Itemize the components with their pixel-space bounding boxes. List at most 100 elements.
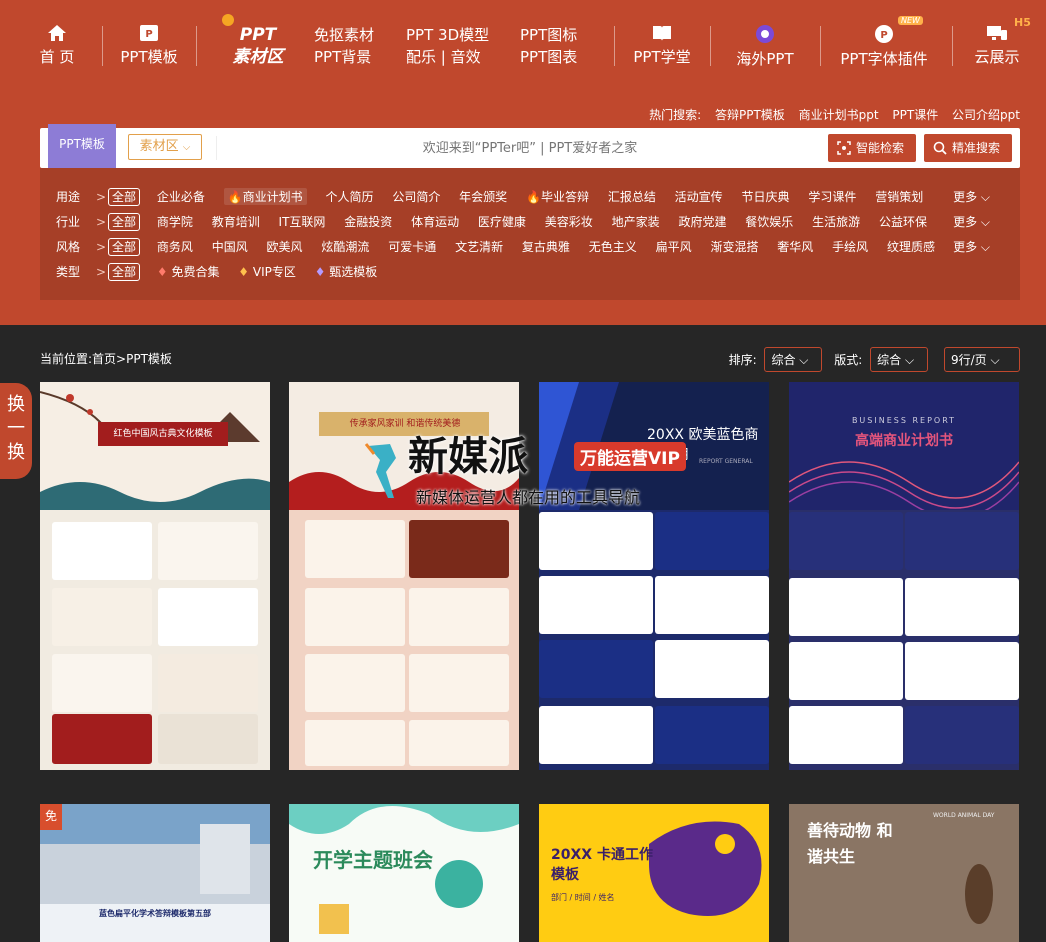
filter-tag[interactable]: 活动宣传	[675, 188, 723, 205]
search-tab-ppt-template[interactable]: PPT模板	[48, 124, 116, 168]
filter-tag[interactable]: 商务风	[157, 238, 193, 255]
filter-tag[interactable]: 🔥毕业答辩	[526, 188, 589, 205]
filter-row-label: 类型	[56, 265, 81, 279]
globe-icon	[756, 25, 774, 43]
nav-cutout-material[interactable]: 免抠素材	[314, 24, 374, 46]
nav-col-1: 免抠素材 PPT背景	[314, 24, 374, 68]
nav-home[interactable]: 首 页	[36, 0, 78, 90]
filter-tag[interactable]: 体育运动	[411, 213, 459, 230]
filter-tag[interactable]: 炫酷潮流	[321, 238, 369, 255]
swap-char: 换	[7, 442, 25, 463]
smart-search-button[interactable]: 智能检索	[828, 134, 916, 162]
filter-tag[interactable]: 地产家装	[612, 213, 660, 230]
template-card[interactable]: BUSINESS REPORT 高端商业计划书	[789, 382, 1019, 770]
filter-tag[interactable]: 🔥商业计划书	[223, 188, 307, 205]
hot-search-item[interactable]: 商业计划书ppt	[799, 108, 879, 122]
template-card[interactable]: 善待动物 和谐共生 WORLD ANIMAL DAY	[789, 804, 1019, 942]
filter-tag[interactable]: 可爱卡通	[388, 238, 436, 255]
filter-tag[interactable]: 金融投资	[344, 213, 392, 230]
filter-tag[interactable]: 手绘风	[832, 238, 868, 255]
filter-row-label: 用途	[56, 190, 81, 204]
filter-tag-select[interactable]: ♦ 甄选模板	[315, 263, 378, 280]
search-icon	[933, 141, 947, 155]
filter-tag[interactable]: 奢华风	[777, 238, 813, 255]
filter-panel: 用途 > 全部 企业必备 🔥商业计划书 个人简历 公司简介 年会颁奖 🔥毕业答辩 汇…	[40, 168, 1020, 300]
filter-tag[interactable]: 公司简介	[392, 188, 440, 205]
filter-tag[interactable]: 医疗健康	[478, 213, 526, 230]
filter-tag[interactable]: 扁平风	[656, 238, 692, 255]
hot-search-item[interactable]: 公司介绍ppt	[952, 108, 1020, 122]
filter-tag-free[interactable]: ♦ 免费合集	[157, 263, 220, 280]
template-card[interactable]: 开学主题班会	[289, 804, 519, 942]
per-page-select[interactable]: 9行/页 ⌵	[944, 347, 1020, 372]
search-scope-dropdown[interactable]: 素材区 ⌵	[128, 134, 202, 160]
hot-search-item[interactable]: PPT课件	[892, 108, 938, 122]
monitor-icon	[987, 26, 1007, 40]
exact-search-button[interactable]: 精准搜索	[924, 134, 1012, 162]
template-card[interactable]: 免 蓝色扁平化学术答辩模板第五部	[40, 804, 270, 942]
nav-ppt-icons[interactable]: PPT图标	[520, 24, 577, 46]
nav-font-plugin[interactable]: P PPT字体插件 NEW	[838, 0, 930, 90]
filter-tag[interactable]: 营销策划	[875, 188, 923, 205]
filter-all[interactable]: 全部	[108, 238, 141, 256]
slide-thumb	[52, 714, 152, 764]
filter-tag[interactable]: 个人简历	[325, 188, 373, 205]
sort-select[interactable]: 综合 ⌵	[764, 347, 823, 372]
filter-tag-vip[interactable]: ♦ VIP专区	[238, 263, 296, 280]
search-input[interactable]	[230, 134, 830, 162]
nav-3d-model[interactable]: PPT 3D模型	[406, 24, 489, 46]
filter-tag[interactable]: 渐变混搭	[710, 238, 758, 255]
filter-tag[interactable]: 文艺清新	[455, 238, 503, 255]
filter-more-button[interactable]: 更多 ⌵	[953, 213, 990, 230]
filter-tag[interactable]: 美容彩妆	[545, 213, 593, 230]
nav-ppt-charts[interactable]: PPT图表	[520, 46, 577, 68]
slide-thumb	[158, 588, 258, 646]
filter-tag[interactable]: 公益环保	[879, 213, 927, 230]
hot-search-item[interactable]: 答辩PPT模板	[715, 108, 785, 122]
filter-more-button[interactable]: 更多 ⌵	[953, 188, 990, 205]
nav-ppt-template[interactable]: P PPT模板	[118, 0, 180, 90]
filter-all[interactable]: 全部	[108, 263, 141, 281]
new-badge: NEW	[898, 16, 923, 25]
slide-thumb	[655, 576, 769, 634]
slide-thumb	[158, 522, 258, 580]
filter-tag[interactable]: 生活旅游	[812, 213, 860, 230]
filter-tag[interactable]: 商学院	[157, 213, 193, 230]
swap-char: 一	[7, 418, 25, 439]
template-card[interactable]: 红色中国风古典文化模板	[40, 382, 270, 770]
filter-tag[interactable]: 纹理质感	[887, 238, 935, 255]
filter-tag[interactable]: 年会颁奖	[459, 188, 507, 205]
plum-branch-illustration	[40, 391, 270, 510]
nav-overseas[interactable]: 海外PPT	[734, 0, 796, 90]
filter-tag[interactable]: 无色主义	[589, 238, 637, 255]
nav-ppt-background[interactable]: PPT背景	[314, 46, 374, 68]
filter-row-label: 风格	[56, 240, 81, 254]
slide-thumb	[789, 578, 903, 636]
slide-thumb	[158, 714, 258, 764]
filter-tag[interactable]: 餐饮娱乐	[745, 213, 793, 230]
nav-cloud[interactable]: 云展示 H5	[970, 0, 1030, 90]
watermark-title: 新媒派	[408, 434, 528, 480]
nav-school[interactable]: PPT学堂	[630, 0, 694, 90]
swap-button[interactable]: 换 一 换	[0, 383, 32, 479]
nav-music-sfx[interactable]: 配乐 | 音效	[406, 46, 489, 68]
filter-tag[interactable]: 教育培训	[212, 213, 260, 230]
format-select[interactable]: 综合 ⌵	[870, 347, 929, 372]
filter-tag[interactable]: 政府党建	[678, 213, 726, 230]
filter-tag[interactable]: 中国风	[212, 238, 248, 255]
filter-all[interactable]: 全部	[108, 188, 141, 206]
ppt-icon: P	[140, 25, 158, 41]
filter-tag[interactable]: 学习课件	[808, 188, 856, 205]
filter-all[interactable]: 全部	[108, 213, 141, 231]
slide-thumb	[655, 640, 769, 698]
filter-tag[interactable]: 节日庆典	[742, 188, 790, 205]
template-card[interactable]: 20XX 卡通工作模板 部门 / 时间 / 姓名	[539, 804, 769, 942]
filter-tag[interactable]: 汇报总结	[608, 188, 656, 205]
nav-material-zone[interactable]: PPT 素材区	[222, 0, 288, 90]
filter-tag[interactable]: IT互联网	[279, 213, 326, 230]
filter-tag[interactable]: 企业必备	[157, 188, 205, 205]
filter-more-button[interactable]: 更多 ⌵	[953, 238, 990, 255]
filter-tag[interactable]: 复古典雅	[522, 238, 570, 255]
nav-cloud-label: 云展示	[974, 48, 1020, 66]
filter-tag[interactable]: 欧美风	[267, 238, 303, 255]
